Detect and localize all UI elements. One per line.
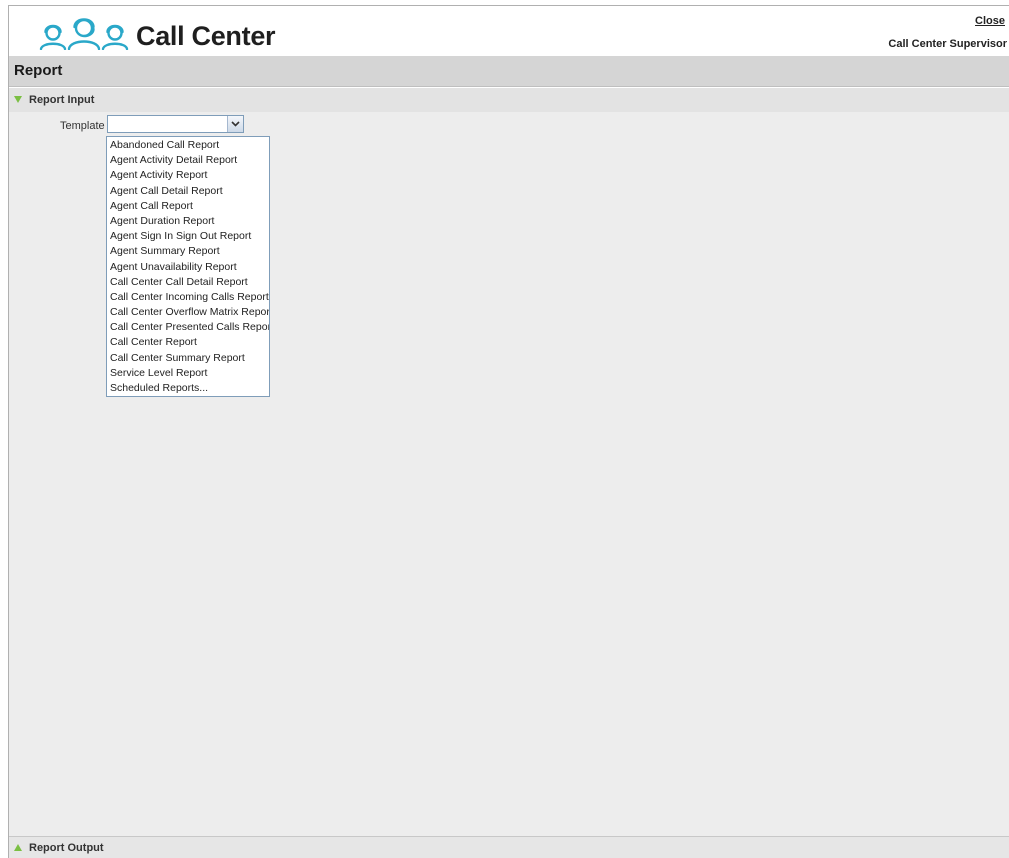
dropdown-option[interactable]: Call Center Report: [107, 335, 269, 350]
dropdown-option[interactable]: Agent Call Report: [107, 199, 269, 214]
dropdown-option[interactable]: Agent Activity Report: [107, 168, 269, 183]
app-header: Call Center Close Call Center Supervisor: [9, 6, 1009, 56]
expand-triangle-icon: [14, 96, 22, 103]
dropdown-option[interactable]: Service Level Report: [107, 366, 269, 381]
dropdown-option[interactable]: Scheduled Reports...: [107, 381, 269, 396]
report-input-label: Report Input: [29, 94, 95, 106]
template-label: Template :: [60, 120, 111, 132]
collapse-triangle-icon: [14, 844, 22, 851]
dropdown-option[interactable]: Call Center Presented Calls Report: [107, 320, 269, 335]
dropdown-option[interactable]: Agent Call Detail Report: [107, 184, 269, 199]
chevron-down-icon[interactable]: [227, 116, 243, 132]
dropdown-option[interactable]: Agent Duration Report: [107, 214, 269, 229]
dropdown-option[interactable]: Call Center Call Detail Report: [107, 275, 269, 290]
report-input-section-toggle[interactable]: Report Input: [9, 88, 1009, 112]
page-title-bar: Report: [9, 56, 1009, 87]
close-link[interactable]: Close: [975, 15, 1005, 27]
agents-headset-icon: [39, 18, 129, 50]
page-title: Report: [14, 62, 63, 79]
dropdown-option[interactable]: Agent Summary Report: [107, 244, 269, 259]
dropdown-option[interactable]: Agent Sign In Sign Out Report: [107, 229, 269, 244]
dropdown-option[interactable]: Abandoned Call Report: [107, 138, 269, 153]
template-select[interactable]: [107, 115, 244, 133]
app-name: Call Center: [136, 20, 276, 51]
dropdown-option[interactable]: Call Center Incoming Calls Report: [107, 290, 269, 305]
app-logo: Call Center: [38, 10, 276, 56]
template-dropdown-list: Abandoned Call Report Agent Activity Deta…: [106, 136, 270, 397]
user-role-label: Call Center Supervisor: [888, 38, 1007, 50]
dropdown-option[interactable]: Call Center Summary Report: [107, 351, 269, 366]
report-output-section-toggle[interactable]: Report Output: [9, 837, 1009, 858]
dropdown-option[interactable]: Call Center Overflow Matrix Report: [107, 305, 269, 320]
dropdown-option[interactable]: Agent Activity Detail Report: [107, 153, 269, 168]
dropdown-option[interactable]: Agent Unavailability Report: [107, 260, 269, 275]
report-output-label: Report Output: [29, 842, 104, 854]
